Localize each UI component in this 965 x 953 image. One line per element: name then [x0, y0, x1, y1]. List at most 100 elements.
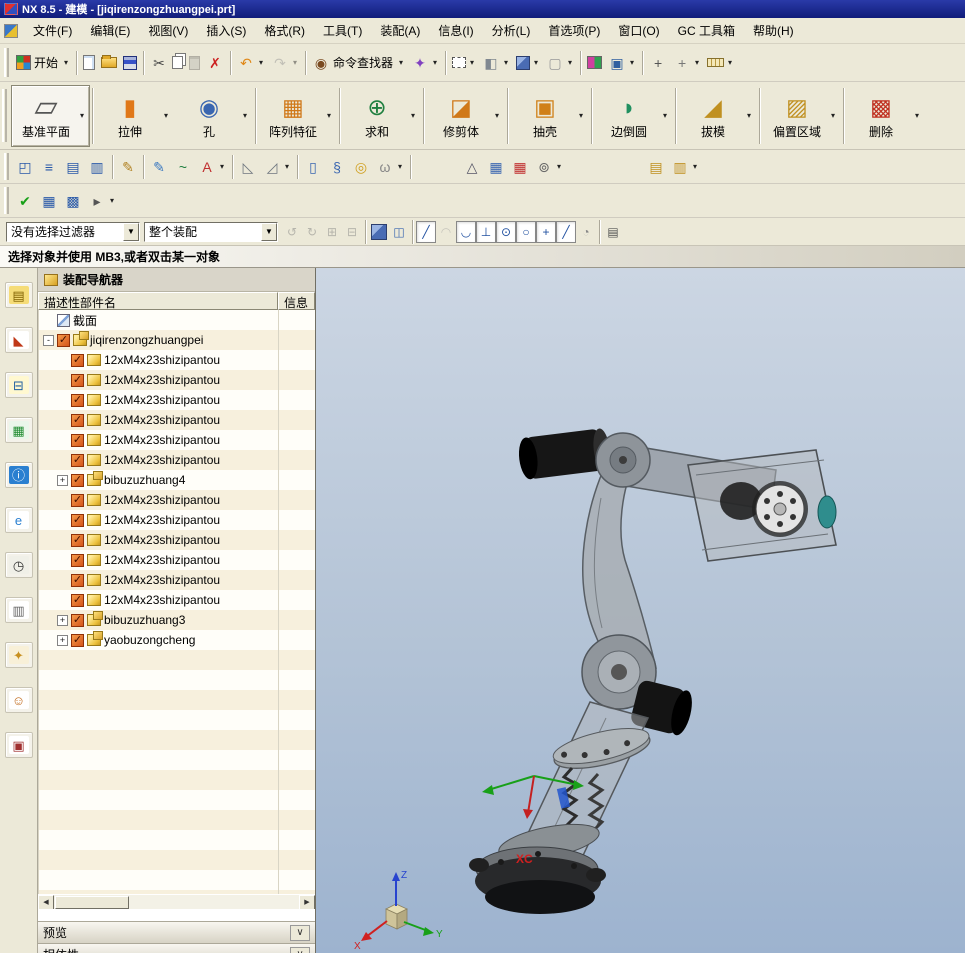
open-button[interactable] — [98, 50, 120, 76]
cut-button[interactable]: ✂ — [147, 50, 171, 76]
dropdown-arrow-icon[interactable]: ▾ — [691, 162, 699, 171]
orient-view-button[interactable] — [584, 50, 605, 76]
toolbar-grip[interactable] — [4, 47, 9, 78]
delete-button[interactable]: ✗ — [203, 50, 227, 76]
chevron-down-icon[interactable]: ▼ — [261, 222, 277, 241]
dropdown-arrow-icon[interactable]: ▾ — [555, 162, 563, 171]
preview-section-header[interactable]: 预览 ∨ — [38, 921, 315, 943]
tree-row[interactable]: + ✓ bibuzuzhuang4 — [39, 470, 315, 490]
tree-row[interactable]: 截面 — [39, 310, 315, 330]
dropdown-arrow-icon[interactable]: ▾ — [468, 58, 476, 67]
dropdown-arrow-icon[interactable]: ▾ — [62, 58, 70, 67]
washer-button[interactable]: ◎ — [349, 154, 373, 180]
tree-row[interactable]: ✓ 12xM4x23shizipantou — [39, 370, 315, 390]
checkbox-icon[interactable]: ✓ — [71, 533, 84, 547]
toolbar-grip[interactable] — [4, 187, 9, 214]
checkbox-icon[interactable]: ✓ — [71, 473, 84, 487]
collapse-chevron-icon[interactable]: ∨ — [290, 924, 310, 941]
constraint-navigator-tab[interactable]: ◣ — [4, 327, 33, 353]
dropdown-arrow-icon[interactable]: ▾ — [218, 162, 226, 171]
dropdown-arrow-icon[interactable]: ▾ — [291, 58, 299, 67]
manufacturing-wizard-tab[interactable]: ✦ — [4, 642, 33, 668]
chamfer-button[interactable]: ◺ — [236, 154, 260, 180]
start-button[interactable]: 开始 ▾ — [13, 50, 73, 76]
pattern-feature-button[interactable]: ▦ 阵列特征 ▾ — [258, 85, 337, 147]
expand-icon[interactable]: + — [57, 634, 68, 646]
dropdown-arrow-icon[interactable]: ▾ — [78, 111, 86, 120]
menu-item[interactable]: 工具(T) — [314, 19, 371, 42]
selection-filter-combo[interactable]: 没有选择过滤器 ▼ — [6, 221, 140, 242]
offset-region-button[interactable]: ▨ 偏置区域 ▾ — [762, 85, 841, 147]
snap-center-button[interactable]: ⊙ — [496, 220, 516, 243]
triangle-mesh-button[interactable]: △ — [460, 154, 484, 180]
checkbox-icon[interactable]: ✓ — [71, 513, 84, 527]
layer-visible-button[interactable]: ▤ — [61, 154, 85, 180]
checkbox-icon[interactable]: ✓ — [71, 553, 84, 567]
checkbox-icon[interactable]: ✓ — [71, 413, 84, 427]
menu-item[interactable]: 帮助(H) — [744, 19, 803, 42]
dropdown-arrow-icon[interactable]: ▾ — [577, 111, 585, 120]
tree-row[interactable]: ✓ 12xM4x23shizipantou — [39, 490, 315, 510]
annotation-table-button[interactable]: ▦ — [508, 154, 532, 180]
checkbox-icon[interactable]: ✓ — [71, 353, 84, 367]
table-button[interactable]: ▦ — [484, 154, 508, 180]
dropdown-arrow-icon[interactable]: ▾ — [913, 111, 921, 120]
graphics-viewport[interactable]: XC Z X Y — [316, 268, 965, 953]
horizontal-scrollbar[interactable]: ◀ ▶ — [38, 894, 315, 910]
hd3d-tool-tab[interactable]: ⓘ — [4, 462, 33, 488]
menu-item[interactable]: 格式(R) — [255, 19, 314, 42]
assembly-filter-button[interactable] — [369, 221, 389, 243]
dropdown-arrow-icon[interactable]: ▾ — [431, 58, 439, 67]
text-button[interactable]: A ▾ — [195, 154, 229, 180]
edge-blend-button[interactable]: ◗ 边倒圆 ▾ — [594, 85, 673, 147]
chevron-down-icon[interactable]: ▼ — [123, 222, 139, 241]
snap-point-button[interactable]: + — [646, 50, 670, 76]
tree-row[interactable]: + ✓ bibuzuzhuang3 — [39, 610, 315, 630]
column-header-name[interactable]: 描述性部件名 — [38, 292, 278, 310]
dependencies-section-header[interactable]: 相依性 ∨ — [38, 943, 315, 953]
selection-scope-combo[interactable]: 整个装配 ▼ — [144, 221, 278, 242]
edit-sheet-button[interactable]: ✎ — [116, 154, 140, 180]
snap-on-curve-button[interactable]: ╱ — [416, 220, 436, 243]
dropdown-arrow-icon[interactable]: ▾ — [162, 111, 170, 120]
unite-button[interactable]: ⊕ 求和 ▾ — [342, 85, 421, 147]
boss-button[interactable]: ▯ — [301, 154, 325, 180]
spring-tool-button[interactable]: ω ▾ — [373, 154, 407, 180]
menu-item[interactable]: 首选项(P) — [539, 19, 609, 42]
sketch-grid-button[interactable]: ▦ — [37, 188, 61, 214]
tree-row[interactable]: ✓ 12xM4x23shizipantou — [39, 530, 315, 550]
dropdown-arrow-icon[interactable]: ▾ — [241, 111, 249, 120]
navigator-header[interactable]: 装配导航器 — [38, 268, 315, 292]
datum-grid-button[interactable]: ▩ — [61, 188, 85, 214]
tree-row[interactable]: ✓ 12xM4x23shizipantou — [39, 550, 315, 570]
tree-row[interactable]: ✓ 12xM4x23shizipantou — [39, 410, 315, 430]
scroll-left-icon[interactable]: ◀ — [38, 894, 54, 910]
robot-arm-model[interactable]: XC Z X Y — [316, 268, 965, 953]
more-tools-button[interactable]: ▸ ▾ — [85, 188, 119, 214]
tree-row[interactable]: ✓ 12xM4x23shizipantou — [39, 510, 315, 530]
measure-button[interactable]: ▾ — [704, 50, 737, 76]
dropdown-arrow-icon[interactable]: ▾ — [566, 58, 574, 67]
assembly-navigator-tab[interactable]: ▤ — [4, 282, 33, 308]
menu-item[interactable]: 编辑(E) — [81, 19, 139, 42]
dropdown-arrow-icon[interactable]: ▾ — [628, 58, 636, 67]
shaded-view-button[interactable]: ▾ — [513, 50, 543, 76]
checkbox-icon[interactable]: ✓ — [71, 633, 84, 647]
copy-button[interactable] — [171, 50, 186, 76]
layer-settings-button[interactable]: ≡ — [37, 154, 61, 180]
view-window-button[interactable]: ◰ — [13, 154, 37, 180]
dropdown-arrow-icon[interactable]: ▾ — [257, 58, 265, 67]
tree-row[interactable]: ✓ 12xM4x23shizipantou — [39, 570, 315, 590]
hole-button[interactable]: ◉ 孔 ▾ — [174, 85, 253, 147]
tree-row[interactable]: ✓ 12xM4x23shizipantou — [39, 450, 315, 470]
checkbox-icon[interactable]: ✓ — [71, 453, 84, 467]
rectangle-select-button[interactable]: ▾ — [449, 50, 479, 76]
component-filter-button[interactable]: ◫ — [389, 221, 409, 243]
scrollbar-thumb[interactable] — [55, 895, 129, 909]
move-layer-button[interactable]: ▥ — [85, 154, 109, 180]
snap-perpendicular-button[interactable]: ⊥ — [476, 220, 496, 243]
checkbox-icon[interactable]: ✓ — [71, 613, 84, 627]
display-mode-button[interactable]: ▢ ▾ — [543, 50, 577, 76]
quick-pick-button[interactable]: ▤ — [603, 221, 623, 243]
dropdown-arrow-icon[interactable]: ▾ — [325, 111, 333, 120]
